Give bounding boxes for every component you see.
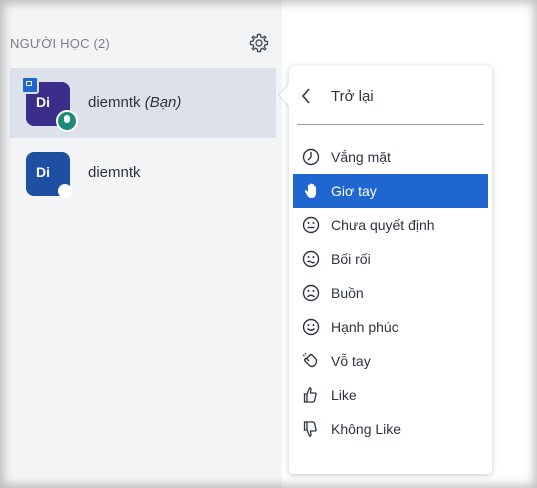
- user-list-item[interactable]: Di diemntk: [10, 138, 276, 208]
- divider: [297, 124, 484, 125]
- status-label: Vỗ tay: [331, 353, 371, 369]
- status-away[interactable]: Vắng mặt: [293, 140, 488, 174]
- thumbs-up-icon: [301, 385, 321, 405]
- users-panel: NGƯỜI HỌC (2) Di diemntk (Bạn) Di diemnt…: [0, 0, 282, 488]
- user-name: diemntk: [88, 164, 141, 181]
- you-label: (Bạn): [144, 94, 182, 111]
- status-menu: Trở lại Vắng mặt Giơ tay Chưa quyết định: [279, 66, 492, 474]
- status-label: Buồn: [331, 285, 364, 301]
- gear-icon[interactable]: [248, 32, 270, 54]
- app-frame: NGƯỜI HỌC (2) Di diemntk (Bạn) Di diemnt…: [0, 0, 537, 488]
- avatar-initials: Di: [36, 164, 50, 180]
- happy-face-icon: [301, 317, 321, 337]
- status-label: Hạnh phúc: [331, 319, 399, 335]
- user-list-item[interactable]: Di diemntk (Bạn): [10, 68, 276, 138]
- clapping-hands-icon: [301, 351, 321, 371]
- avatar-initials: Di: [36, 94, 50, 110]
- status-label: Like: [331, 387, 357, 403]
- status-sad[interactable]: Buồn: [293, 276, 488, 310]
- confused-face-icon: [301, 249, 321, 269]
- avatar-corner: [58, 184, 72, 198]
- users-panel-header: NGƯỜI HỌC (2): [10, 30, 272, 56]
- clock-icon: [301, 147, 321, 167]
- status-undecided[interactable]: Chưa quyết định: [293, 208, 488, 242]
- status-label: Giơ tay: [331, 183, 377, 199]
- chevron-left-icon: [299, 86, 313, 106]
- raised-hand-icon: [301, 181, 321, 201]
- back-button[interactable]: Trở lại: [289, 80, 492, 112]
- status-confused[interactable]: Bối rối: [293, 242, 488, 276]
- users-panel-title: NGƯỜI HỌC (2): [10, 36, 110, 51]
- status-happy[interactable]: Hạnh phúc: [293, 310, 488, 344]
- status-dislike[interactable]: Không Like: [293, 412, 488, 446]
- avatar: Di: [21, 76, 78, 132]
- thumbs-down-icon: [301, 419, 321, 439]
- status-label: Vắng mặt: [331, 149, 391, 165]
- presenter-icon: [21, 76, 39, 94]
- avatar: Di: [26, 152, 72, 198]
- neutral-face-icon: [301, 215, 321, 235]
- user-name: diemntk (Bạn): [88, 94, 182, 111]
- status-raise-hand[interactable]: Giơ tay: [293, 174, 488, 208]
- status-like[interactable]: Like: [293, 378, 488, 412]
- sad-face-icon: [301, 283, 321, 303]
- moderator-icon: [56, 110, 78, 132]
- back-label: Trở lại: [331, 88, 374, 105]
- status-label: Không Like: [331, 421, 402, 437]
- status-label: Bối rối: [331, 251, 371, 267]
- status-label: Chưa quyết định: [331, 217, 435, 233]
- status-applause[interactable]: Vỗ tay: [293, 344, 488, 378]
- menu-pointer: [279, 84, 289, 106]
